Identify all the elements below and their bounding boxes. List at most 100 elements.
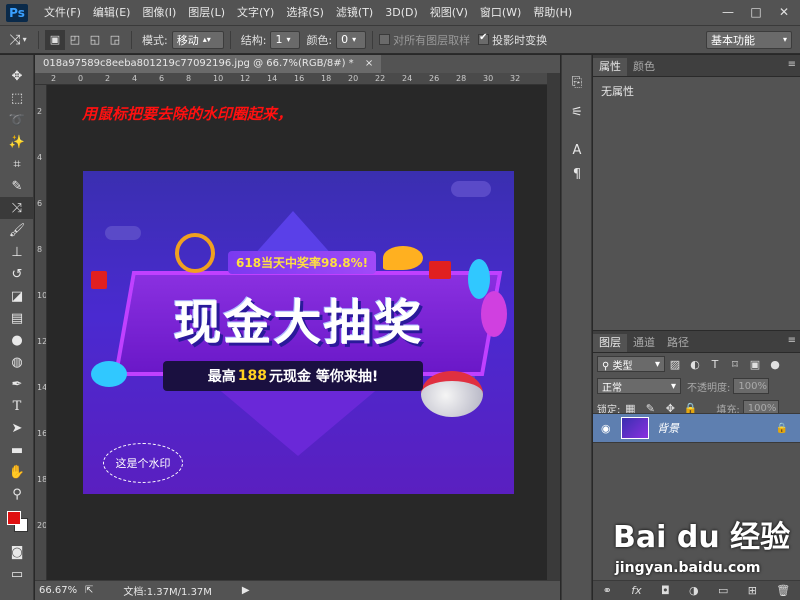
close-tab-icon[interactable]: × [365, 58, 373, 69]
panel-menu-icon[interactable]: ≡ [788, 59, 796, 70]
menu-type[interactable]: 文字(Y) [231, 0, 280, 26]
eyedropper-tool-icon[interactable]: ✎ [0, 175, 34, 197]
content-aware-move-tool-icon[interactable]: ⤨ [0, 197, 34, 219]
tab-channels[interactable]: 通道 [627, 334, 661, 352]
filter-pixel-icon[interactable]: ▨ [668, 357, 682, 371]
new-layer-icon[interactable]: ⊞ [748, 584, 757, 597]
menu-edit[interactable]: 编辑(E) [87, 0, 137, 26]
history-brush-tool-icon[interactable]: ↺ [0, 263, 34, 285]
filter-adjustment-icon[interactable]: ◐ [688, 357, 702, 371]
menu-3d[interactable]: 3D(D) [379, 0, 424, 26]
tab-properties[interactable]: 属性 [593, 58, 627, 76]
watermark-text: 这是个水印 [115, 457, 171, 470]
ruler-horizontal[interactable]: 2 0 2 4 6 8 10 12 14 16 18 20 22 24 26 28 30 32 [35, 73, 560, 85]
close-button[interactable]: ✕ [772, 3, 796, 21]
hand-tool-icon[interactable]: ✋ [0, 461, 34, 483]
crop-tool-icon[interactable]: ⌗ [0, 153, 34, 175]
document-tab[interactable]: 018a97589c8eeba801219c77092196.jpg @ 66.… [35, 55, 382, 73]
minimize-button[interactable]: — [716, 3, 740, 21]
poster-image[interactable]: 618当天中奖率98.8%! 现金大抽奖 最高 188 元现金 等你来抽! 这是… [83, 171, 514, 494]
structure-label: 结构: [240, 33, 267, 47]
add-selection-icon[interactable]: ◰ [65, 30, 85, 50]
zoom-level[interactable]: 66.67% [39, 585, 77, 596]
shape-tool-icon[interactable]: ▬ [0, 439, 34, 461]
export-icon[interactable]: ⇱ [85, 585, 93, 596]
type-tool-icon[interactable]: T [0, 395, 34, 417]
path-select-tool-icon[interactable]: ➤ [0, 417, 34, 439]
brush-tool-icon[interactable]: 🖌 [0, 219, 34, 241]
new-group-icon[interactable]: ▭ [718, 584, 728, 597]
tool-presets-icon[interactable]: ⚟ [562, 101, 592, 123]
move-tool-icon[interactable]: ✥ [0, 65, 34, 87]
watermark-selection[interactable]: 这是个水印 [103, 443, 183, 483]
blend-mode-select[interactable]: 正常 ▾ [597, 378, 681, 394]
cloud-decoration [451, 181, 491, 197]
content-aware-move-icon[interactable]: ⤨ ▾ [4, 30, 32, 50]
adjustment-layer-icon[interactable]: ◑ [689, 584, 699, 597]
structure-select[interactable]: 1 ▾ [270, 30, 301, 49]
menu-image[interactable]: 图像(I) [136, 0, 182, 26]
new-selection-icon[interactable]: ▣ [45, 29, 65, 50]
marquee-tool-icon[interactable]: ⬚ [0, 87, 34, 109]
filter-toggle-icon[interactable]: ● [768, 357, 782, 371]
pen-tool-icon[interactable]: ✒ [0, 373, 34, 395]
color-swatches[interactable] [0, 505, 34, 541]
menu-help[interactable]: 帮助(H) [527, 0, 578, 26]
ruler-vertical[interactable]: 2 4 6 8 10 12 14 16 18 20 [35, 85, 47, 580]
panel-dock-collapsed: ⎘ ⚟ A ¶ [561, 55, 592, 600]
layer-style-icon[interactable]: fx [631, 584, 641, 597]
link-layers-icon[interactable]: ⚭ [603, 584, 612, 597]
blur-tool-icon[interactable]: ● [0, 329, 34, 351]
paragraph-panel-icon[interactable]: ¶ [562, 163, 592, 185]
history-panel-icon[interactable]: ⎘ [562, 71, 592, 93]
properties-panel: 属性 颜色 ≡ 无属性 [593, 55, 800, 330]
menu-window[interactable]: 窗口(W) [474, 0, 527, 26]
menu-view[interactable]: 视图(V) [424, 0, 474, 26]
filter-smart-object-icon[interactable]: ▣ [748, 357, 762, 371]
transform-on-drop-checkbox[interactable] [478, 32, 490, 45]
layer-filter-select[interactable]: ⚲ 类型 ▾ [597, 356, 665, 372]
opacity-input[interactable]: 100% [733, 378, 770, 394]
sample-all-label: 对所有图层取样 [393, 33, 471, 47]
ruler-tick-label: 6 [37, 199, 43, 208]
ruler-tick-label: 10 [37, 291, 47, 300]
tab-paths[interactable]: 路径 [661, 334, 695, 352]
magic-wand-tool-icon[interactable]: ✨ [0, 131, 34, 153]
stamp-tool-icon[interactable]: ⊥ [0, 241, 34, 263]
win-rate-tag: 618当天中奖率98.8%! [228, 251, 377, 274]
delete-layer-icon[interactable]: 🗑 [776, 584, 790, 597]
zoom-tool-icon[interactable]: ⚲ [0, 483, 34, 505]
dodge-tool-icon[interactable]: ◍ [0, 351, 34, 373]
filter-shape-icon[interactable]: ⌑ [728, 357, 742, 371]
menu-filter[interactable]: 滤镜(T) [330, 0, 379, 26]
layer-row-background[interactable]: ◉ 背景 🔒 [593, 413, 800, 443]
menu-layer[interactable]: 图层(L) [182, 0, 231, 26]
character-panel-icon[interactable]: A [562, 139, 592, 161]
add-mask-icon[interactable]: ◘ [661, 584, 670, 597]
screen-mode-icon[interactable]: ▭ [0, 563, 34, 585]
workspace-select[interactable]: 基本功能 ▾ [706, 30, 792, 49]
foreground-color-swatch[interactable] [7, 511, 21, 525]
eraser-tool-icon[interactable]: ◪ [0, 285, 34, 307]
gradient-tool-icon[interactable]: ▤ [0, 307, 34, 329]
lasso-tool-icon[interactable]: ➰ [0, 109, 34, 131]
vertical-scrollbar[interactable] [547, 73, 560, 580]
ruler-tick-label: 24 [402, 74, 413, 83]
quick-mask-icon[interactable]: ◙ [0, 541, 34, 563]
color-select[interactable]: 0 ▾ [336, 30, 367, 49]
panel-menu-icon[interactable]: ≡ [788, 335, 796, 346]
menu-file[interactable]: 文件(F) [38, 0, 87, 26]
filter-type-icon[interactable]: T [708, 357, 722, 371]
status-menu-arrow-icon[interactable]: ▶ [242, 585, 250, 596]
tab-color[interactable]: 颜色 [627, 58, 661, 76]
tab-layers[interactable]: 图层 [593, 334, 627, 352]
subtract-selection-icon[interactable]: ◱ [85, 30, 105, 50]
mode-select[interactable]: 移动 ▴▾ [171, 30, 224, 49]
options-divider [229, 30, 231, 49]
menu-select[interactable]: 选择(S) [280, 0, 330, 26]
visibility-eye-icon[interactable]: ◉ [601, 422, 611, 435]
sample-all-checkbox[interactable] [379, 34, 391, 45]
layer-name[interactable]: 背景 [657, 420, 679, 436]
maximize-button[interactable]: □ [744, 3, 768, 21]
intersect-selection-icon[interactable]: ◲ [105, 30, 125, 50]
